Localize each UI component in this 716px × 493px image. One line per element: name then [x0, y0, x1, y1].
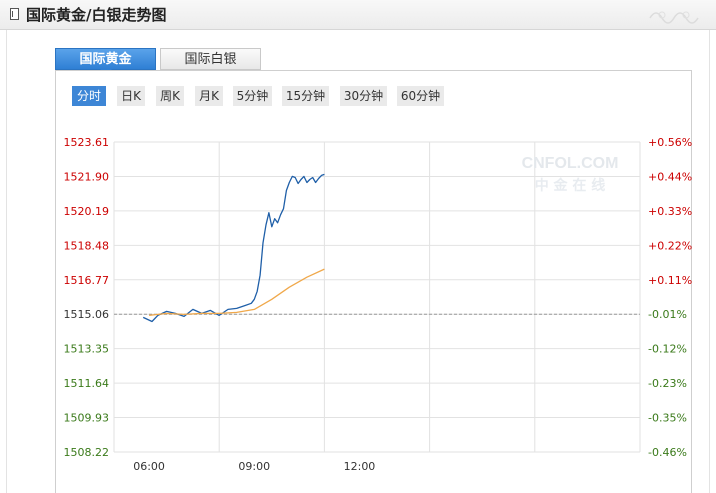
gold-intraday-chart: CNFOL.COM 中 金 在 线 1523.611521.901520.191… — [64, 136, 693, 473]
percent-tick-label: +0.56% — [648, 136, 692, 149]
watermark-cn: 中 金 在 线 — [535, 177, 606, 194]
watermark: CNFOL.COM 中 金 在 线 — [522, 155, 619, 194]
price-tick-label: 1523.61 — [64, 136, 110, 149]
watermark-brand: CNFOL.COM — [522, 155, 619, 172]
price-tick-label: 1521.90 — [64, 170, 110, 183]
price-tick-label: 1515.06 — [64, 308, 110, 321]
price-tick-label: 1520.19 — [64, 205, 110, 218]
percent-tick-label: -0.23% — [648, 377, 687, 390]
percent-tick-label: +0.22% — [648, 239, 692, 252]
percent-axis-labels: +0.56% +0.44% +0.33% +0.22% +0.11% -0.01% -0.1… — [648, 136, 692, 459]
price-tick-label: 1511.64 — [64, 377, 110, 390]
price-tick-label: 1518.48 — [64, 239, 110, 252]
percent-tick-label: -0.12% — [648, 343, 687, 356]
price-axis-labels: 1523.61 1521.90 1520.19 1518.48 1516.77 1515.… — [64, 136, 110, 459]
price-tick-label: 1513.35 — [64, 343, 110, 356]
chart-series — [142, 173, 325, 323]
percent-tick-label: -0.01% — [648, 308, 687, 321]
price-tick-label: 1508.22 — [64, 446, 110, 459]
percent-tick-label: +0.11% — [648, 274, 692, 287]
time-tick-label: 12:00 — [344, 460, 376, 473]
percent-tick-label: +0.33% — [648, 205, 692, 218]
time-tick-label: 09:00 — [238, 460, 270, 473]
price-line — [142, 173, 325, 323]
percent-tick-label: -0.35% — [648, 412, 687, 425]
price-tick-label: 1509.93 — [64, 412, 110, 425]
percent-tick-label: +0.44% — [648, 170, 692, 183]
time-axis-labels: 06:00 09:00 12:00 — [133, 460, 375, 473]
percent-tick-label: -0.46% — [648, 446, 687, 459]
time-tick-label: 06:00 — [133, 460, 165, 473]
price-tick-label: 1516.77 — [64, 274, 110, 287]
